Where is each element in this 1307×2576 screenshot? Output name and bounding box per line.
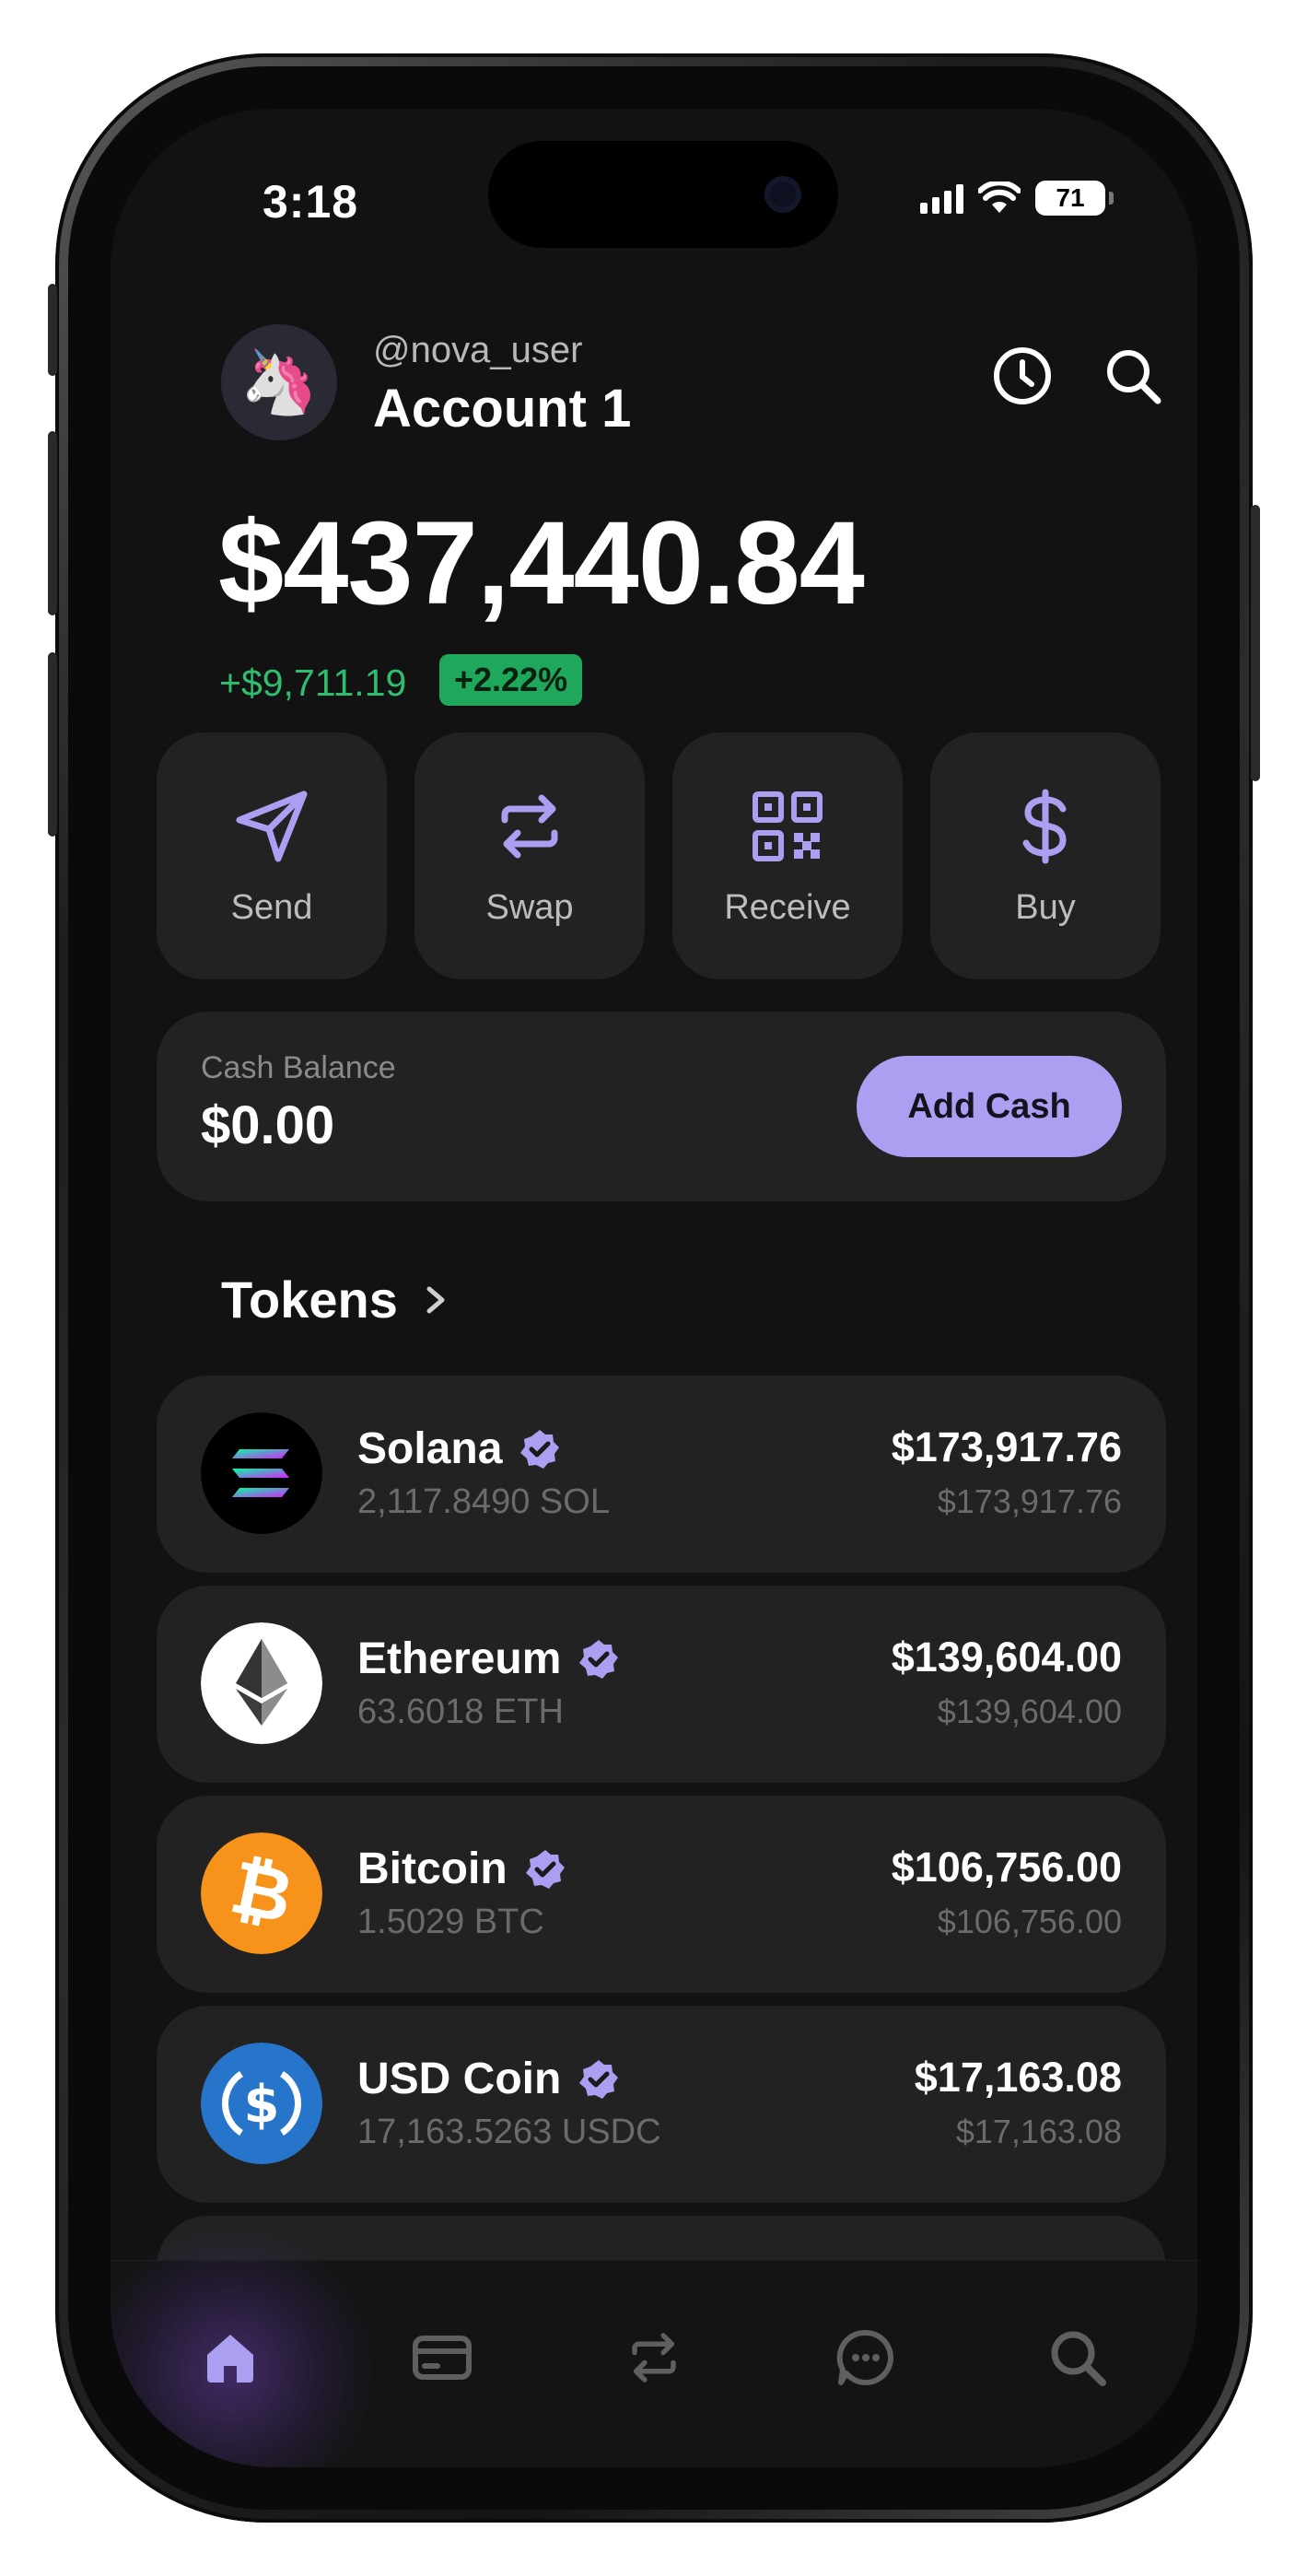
token-value-sub: $173,917.76 xyxy=(937,1482,1122,1520)
token-value: $17,163.08 xyxy=(914,2054,1122,2101)
receive-button[interactable]: Receive xyxy=(672,732,903,979)
volume-up-button xyxy=(48,431,57,615)
swap-button[interactable]: Swap xyxy=(414,732,645,979)
battery-icon: 71 xyxy=(1035,181,1114,216)
buy-label: Buy xyxy=(1015,887,1076,927)
token-value-sub: $17,163.08 xyxy=(955,2113,1122,2150)
screen: 3:18 71 🦄 @nova_user Account 1 $437,440.… xyxy=(111,109,1197,2467)
account-name[interactable]: Account 1 xyxy=(373,378,631,439)
clock-icon[interactable] xyxy=(986,339,1059,413)
tab-swap[interactable] xyxy=(603,2307,705,2408)
status-icons: 71 xyxy=(920,181,1114,216)
tokens-title: Tokens xyxy=(221,1270,398,1329)
send-label: Send xyxy=(230,887,313,927)
add-cash-button[interactable]: Add Cash xyxy=(857,1056,1122,1157)
avatar[interactable]: 🦄 xyxy=(221,324,337,440)
total-balance: $437,440.84 xyxy=(218,498,865,629)
phone-frame: 3:18 71 🦄 @nova_user Account 1 $437,440.… xyxy=(48,53,1260,2523)
dollar-icon xyxy=(1022,789,1067,863)
power-button xyxy=(1251,505,1260,781)
search-icon xyxy=(1051,2331,1106,2386)
tab-chat[interactable] xyxy=(815,2307,916,2408)
camera-icon xyxy=(764,176,801,213)
status-time: 3:18 xyxy=(263,176,359,228)
verified-badge-icon xyxy=(520,1429,560,1469)
home-icon xyxy=(207,2335,253,2383)
tab-cards[interactable] xyxy=(391,2307,493,2408)
wifi-icon xyxy=(978,181,1021,213)
swap-icon xyxy=(632,2333,676,2383)
token-value: $173,917.76 xyxy=(891,1423,1122,1470)
swap-label: Swap xyxy=(485,887,574,927)
tab-home[interactable] xyxy=(180,2307,281,2408)
token-row-solana[interactable]: Solana 2,117.8490 SOL $173,917.76 $173,9… xyxy=(157,1376,1166,1573)
cash-balance-value: $0.00 xyxy=(201,1095,335,1155)
send-icon xyxy=(236,790,308,861)
verified-badge-icon xyxy=(579,1639,619,1679)
action-button xyxy=(48,284,57,376)
cellular-signal-icon xyxy=(920,182,963,214)
qr-code-icon xyxy=(753,790,823,861)
cash-balance-title: Cash Balance xyxy=(201,1050,396,1085)
balance-change: +$9,711.19 xyxy=(219,662,407,704)
swap-icon xyxy=(501,794,558,858)
token-value-sub: $139,604.00 xyxy=(937,1692,1122,1730)
cash-balance-card: Cash Balance $0.00 Add Cash xyxy=(157,1012,1166,1201)
token-name: Solana xyxy=(357,1424,503,1473)
usdc-logo-icon: $ xyxy=(201,2043,322,2164)
token-value: $139,604.00 xyxy=(891,1633,1122,1680)
token-row-ethereum[interactable]: Ethereum 63.6018 ETH $139,604.00 $139,60… xyxy=(157,1586,1166,1783)
chat-icon xyxy=(836,2329,893,2385)
verified-badge-icon xyxy=(579,2059,619,2099)
send-button[interactable]: Send xyxy=(157,732,387,979)
dynamic-island xyxy=(488,141,838,248)
token-row-bitcoin[interactable]: ₿ Bitcoin 1.5029 BTC $106,756.00 $106,75… xyxy=(157,1796,1166,1993)
tab-bar xyxy=(111,2224,1197,2467)
tab-search[interactable] xyxy=(1027,2307,1128,2408)
token-amount: 1.5029 BTC xyxy=(357,1903,544,1941)
search-icon[interactable] xyxy=(1096,339,1170,413)
card-icon xyxy=(413,2336,472,2380)
percent-change-badge: +2.22% xyxy=(439,654,583,706)
buy-button[interactable]: Buy xyxy=(930,732,1161,979)
token-amount: 17,163.5263 USDC xyxy=(357,2113,661,2151)
receive-label: Receive xyxy=(724,887,851,927)
token-value-sub: $106,756.00 xyxy=(937,1903,1122,1940)
tokens-header[interactable]: Tokens xyxy=(221,1270,449,1329)
token-name: Bitcoin xyxy=(357,1844,508,1893)
token-amount: 2,117.8490 SOL xyxy=(357,1482,610,1521)
verified-badge-icon xyxy=(525,1849,565,1889)
token-value: $106,756.00 xyxy=(891,1844,1122,1891)
bitcoin-logo-icon: ₿ xyxy=(201,1832,322,1954)
chevron-right-icon xyxy=(426,1286,445,1313)
token-row-usd-coin[interactable]: $ USD Coin 17,163.5263 USDC $17,163.08 $… xyxy=(157,2006,1166,2203)
username: @nova_user xyxy=(373,330,583,370)
svg-text:$: $ xyxy=(244,2075,280,2135)
token-amount: 63.6018 ETH xyxy=(357,1692,564,1731)
volume-down-button xyxy=(48,652,57,837)
token-name: Ethereum xyxy=(357,1634,562,1683)
token-name: USD Coin xyxy=(357,2055,562,2103)
solana-logo-icon xyxy=(201,1412,322,1534)
ethereum-logo-icon xyxy=(201,1622,322,1744)
